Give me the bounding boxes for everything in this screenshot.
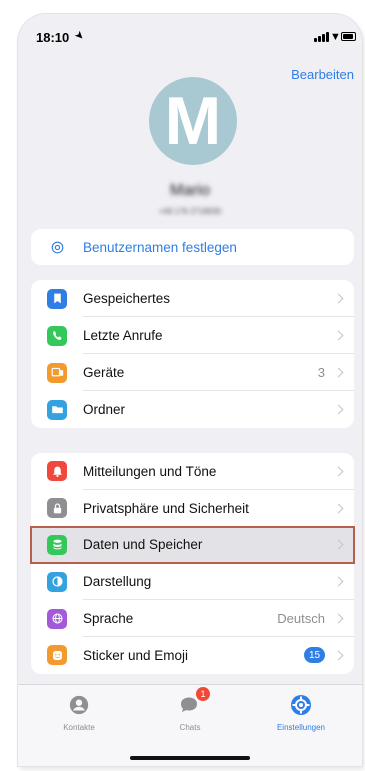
cellular-signal-icon [314, 32, 330, 42]
folders-row[interactable]: Ordner [31, 391, 354, 428]
battery-icon [341, 32, 356, 41]
at-sign-icon [47, 238, 67, 258]
chevron-right-icon [333, 540, 344, 550]
chevron-right-icon [333, 503, 344, 514]
privacy-security-row[interactable]: Privatsphäre und Sicherheit [31, 490, 354, 527]
chevron-right-icon [333, 613, 344, 624]
notifications-sounds-label: Mitteilungen und Töne [83, 463, 217, 479]
wifi-icon: ▼ [330, 31, 341, 43]
location-arrow-icon: ➤ [71, 28, 87, 44]
tab-settings[interactable]: Einstellungen [256, 693, 346, 732]
saved-calls-devices-group: Gespeichertes Letzte Anrufe Geräte 3 Ord… [31, 280, 354, 428]
tab-chats-label: Chats [179, 723, 201, 732]
gear-icon [289, 693, 313, 717]
globe-icon [47, 608, 67, 629]
home-indicator [130, 756, 250, 760]
edit-button[interactable]: Bearbeiten [291, 67, 354, 82]
half-circle-icon [47, 571, 67, 592]
data-storage-row[interactable]: Daten und Speicher [30, 525, 355, 565]
phone-icon [47, 325, 67, 346]
status-bar: 18:10 ➤ ▼ [18, 14, 362, 54]
language-label: Sprache [83, 611, 134, 627]
devices-label: Geräte [83, 365, 125, 380]
chevron-right-icon [333, 367, 344, 378]
database-icon [47, 534, 67, 555]
devices-icon [47, 362, 67, 383]
set-username-label: Benutzernamen festlegen [83, 240, 237, 255]
tab-bar: Kontakte 1 Chats Einstellungen [18, 684, 362, 766]
chevron-right-icon [333, 404, 344, 415]
appearance-label: Darstellung [83, 574, 152, 590]
devices-row[interactable]: Geräte 3 [31, 354, 354, 391]
stickers-emoji-label: Sticker und Emoji [83, 647, 189, 663]
set-username-row[interactable]: Benutzernamen festlegen [31, 229, 354, 266]
profile-phone: +49 176 2718930 [158, 207, 222, 216]
notifications-sounds-row[interactable]: Mitteilungen und Töne [31, 453, 354, 490]
settings-screen: 18:10 ➤ ▼ Bearbeiten M Mario +49 176 271… [18, 14, 362, 766]
chats-unread-badge: 1 [196, 687, 210, 701]
chevron-right-icon [333, 466, 344, 477]
folder-icon [47, 399, 67, 420]
saved-messages-row[interactable]: Gespeichertes [31, 280, 354, 317]
preferences-group: Mitteilungen und Töne Privatsphäre und S… [30, 453, 355, 674]
chevron-right-icon [333, 293, 344, 304]
language-value: Deutsch [277, 611, 325, 627]
chat-bubbles-icon: 1 [178, 687, 210, 717]
stickers-badge: 15 [304, 647, 325, 664]
folders-label: Ordner [83, 402, 126, 417]
bookmark-icon [47, 288, 67, 309]
lock-icon [47, 498, 67, 519]
profile-name: Mario [169, 182, 210, 199]
recent-calls-row[interactable]: Letzte Anrufe [31, 317, 354, 354]
person-icon [67, 693, 91, 717]
recent-calls-label: Letzte Anrufe [83, 328, 163, 343]
stickers-emoji-row[interactable]: Sticker und Emoji 15 [31, 637, 354, 674]
avatar[interactable]: M [149, 77, 237, 165]
devices-count: 3 [317, 365, 325, 380]
privacy-security-label: Privatsphäre und Sicherheit [83, 500, 249, 516]
status-time: 18:10 [36, 30, 70, 45]
appearance-row[interactable]: Darstellung [31, 563, 354, 601]
tab-chats[interactable]: 1 Chats [145, 687, 235, 732]
language-row[interactable]: Sprache Deutsch [31, 600, 354, 637]
data-storage-label: Daten und Speicher [83, 537, 203, 553]
chevron-right-icon [333, 330, 344, 341]
tab-contacts[interactable]: Kontakte [34, 693, 124, 732]
username-group: Benutzernamen festlegen [31, 229, 354, 265]
saved-messages-label: Gespeichertes [83, 291, 171, 306]
tab-settings-label: Einstellungen [276, 723, 326, 732]
chevron-right-icon [333, 650, 344, 661]
tab-contacts-label: Kontakte [63, 723, 95, 732]
chevron-right-icon [333, 576, 344, 587]
bell-icon [47, 461, 67, 482]
sticker-icon [47, 645, 67, 666]
